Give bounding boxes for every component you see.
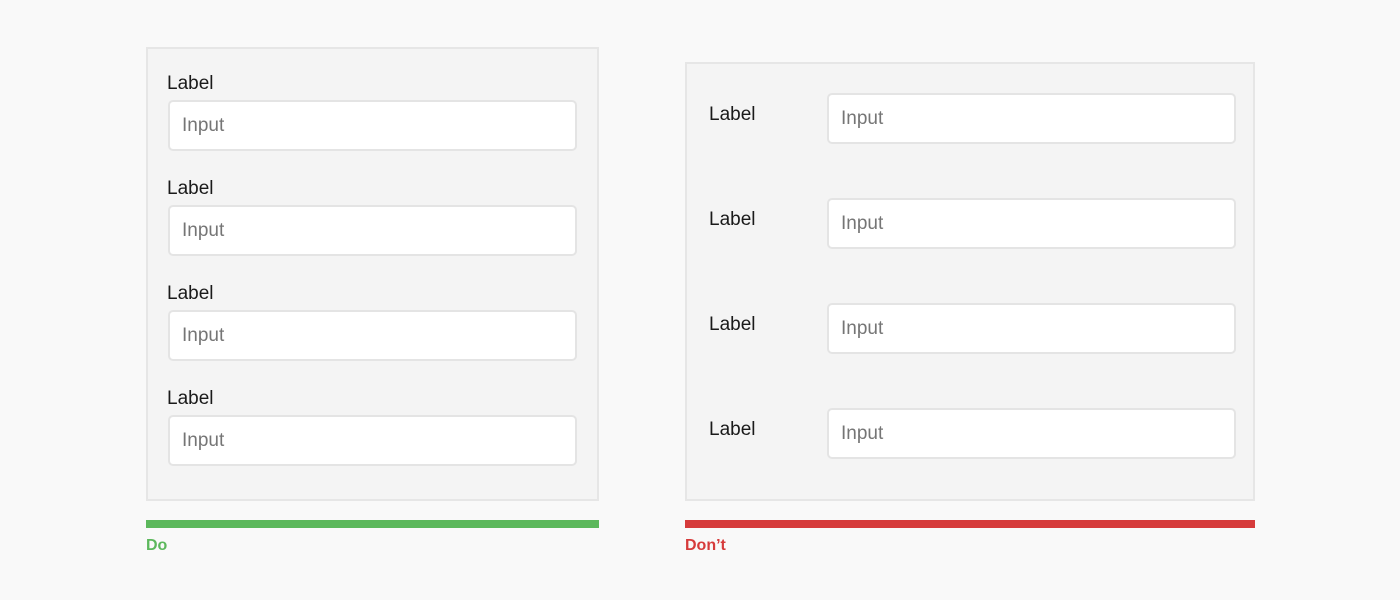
field-label: Label xyxy=(167,73,214,94)
text-input[interactable] xyxy=(827,198,1236,249)
do-example-panel: Label Label Label Label xyxy=(146,47,599,501)
field-label: Label xyxy=(709,209,756,230)
text-input[interactable] xyxy=(168,415,577,466)
text-input[interactable] xyxy=(827,93,1236,144)
do-caption: Do xyxy=(146,537,168,554)
field-label: Label xyxy=(709,314,756,335)
dont-indicator-bar xyxy=(685,520,1255,528)
text-input[interactable] xyxy=(827,303,1236,354)
field-label: Label xyxy=(709,104,756,125)
text-input[interactable] xyxy=(168,205,577,256)
text-input[interactable] xyxy=(168,100,577,151)
dont-caption: Don’t xyxy=(685,537,726,554)
text-input[interactable] xyxy=(827,408,1236,459)
dont-example-panel: Label Label Label Label xyxy=(685,62,1255,501)
field-label: Label xyxy=(167,283,214,304)
text-input[interactable] xyxy=(168,310,577,361)
field-label: Label xyxy=(709,419,756,440)
field-label: Label xyxy=(167,178,214,199)
field-label: Label xyxy=(167,388,214,409)
do-indicator-bar xyxy=(146,520,599,528)
